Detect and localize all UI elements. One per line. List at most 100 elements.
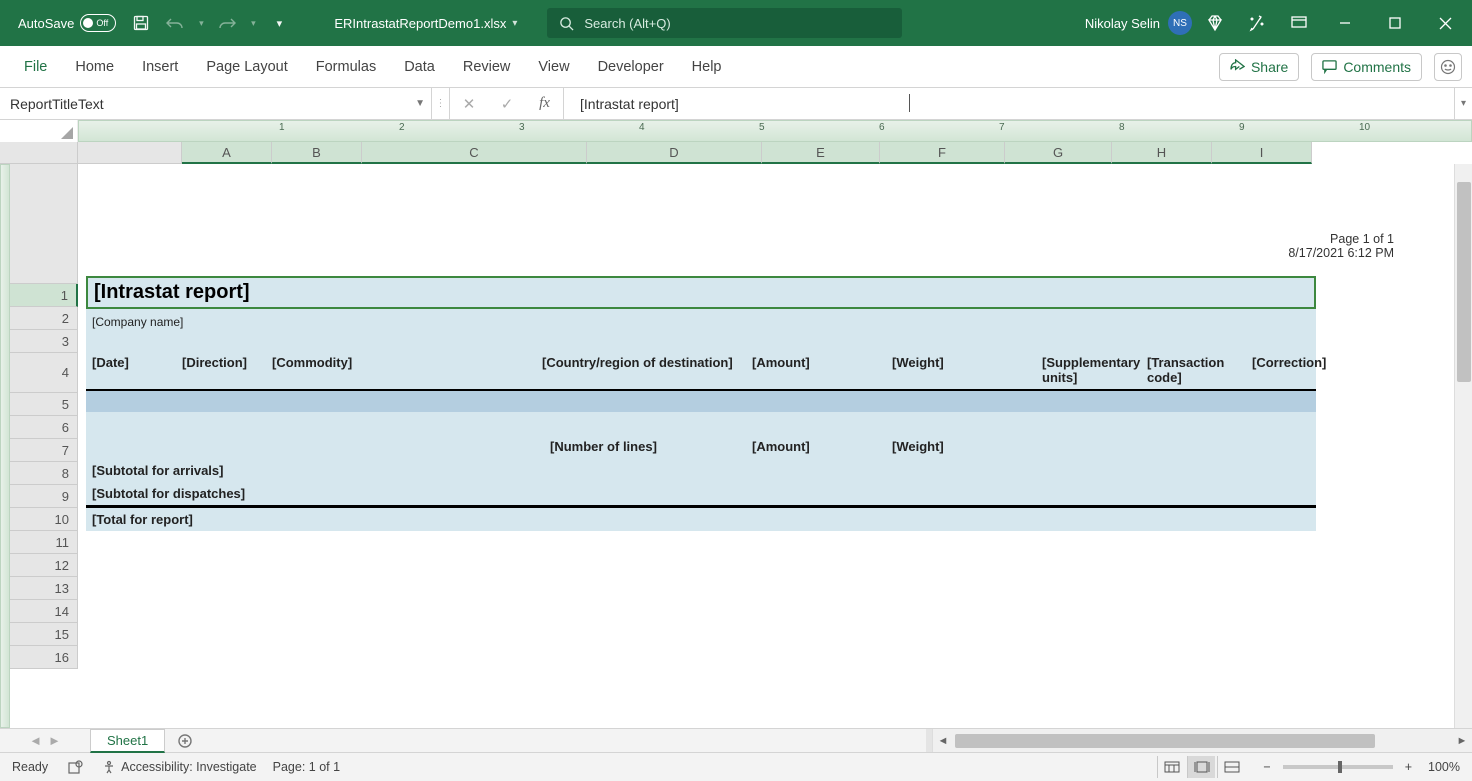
col-B[interactable]: B: [272, 142, 362, 164]
tab-insert[interactable]: Insert: [128, 49, 192, 85]
col-E[interactable]: E: [762, 142, 880, 164]
subhdr-weight[interactable]: [Weight]: [886, 435, 1036, 459]
undo-icon[interactable]: [160, 8, 190, 38]
row-2[interactable]: 2: [10, 307, 78, 330]
row-5[interactable]: 5: [10, 393, 78, 416]
accessibility-status[interactable]: Accessibility: Investigate: [102, 760, 256, 774]
sheet-nav-prev-icon[interactable]: ◄: [29, 733, 42, 748]
subtotal-arrivals-row[interactable]: [Subtotal for arrivals]: [86, 459, 1316, 482]
close-button[interactable]: [1422, 3, 1468, 43]
tab-file[interactable]: File: [10, 49, 61, 85]
fx-icon[interactable]: fx: [526, 88, 564, 119]
tab-data[interactable]: Data: [390, 49, 449, 85]
hdr-corr[interactable]: [Correction]: [1246, 351, 1316, 389]
worksheet-canvas[interactable]: Page 1 of 1 8/17/2021 6:12 PM [Intrastat…: [78, 164, 1472, 728]
row-13[interactable]: 13: [10, 577, 78, 600]
zoom-value[interactable]: 100%: [1428, 760, 1460, 774]
vertical-ruler[interactable]: [0, 164, 10, 728]
vertical-scrollbar[interactable]: [1454, 164, 1472, 728]
formula-expand-icon[interactable]: ▾: [1454, 88, 1472, 119]
diamond-icon[interactable]: [1196, 3, 1234, 43]
row-7[interactable]: 7: [10, 439, 78, 462]
select-all-corner[interactable]: [0, 120, 78, 142]
tab-review[interactable]: Review: [449, 49, 525, 85]
feedback-button[interactable]: [1434, 53, 1462, 81]
hdr-amount[interactable]: [Amount]: [746, 351, 886, 389]
name-box[interactable]: ReportTitleText ▼: [0, 88, 432, 119]
row-14[interactable]: 14: [10, 600, 78, 623]
tab-developer[interactable]: Developer: [584, 49, 678, 85]
search-box[interactable]: Search (Alt+Q): [547, 8, 902, 38]
view-normal-button[interactable]: [1157, 756, 1185, 778]
col-A[interactable]: A: [182, 142, 272, 164]
tab-view[interactable]: View: [524, 49, 583, 85]
hdr-trans[interactable]: [Transaction code]: [1141, 351, 1246, 389]
doc-dropdown-icon[interactable]: ▾: [512, 18, 517, 29]
row-8[interactable]: 8: [10, 462, 78, 485]
coming-soon-icon[interactable]: [1238, 3, 1276, 43]
row-15[interactable]: 15: [10, 623, 78, 646]
horizontal-scrollbar[interactable]: ◄ ►: [932, 729, 1472, 752]
view-page-break-button[interactable]: [1217, 756, 1245, 778]
row-16[interactable]: 16: [10, 646, 78, 669]
formula-input[interactable]: [Intrastat report]: [564, 88, 1454, 119]
row-11[interactable]: 11: [10, 531, 78, 554]
row-1[interactable]: 1: [10, 284, 78, 307]
autosave-toggle[interactable]: Off: [80, 14, 116, 32]
tab-help[interactable]: Help: [678, 49, 736, 85]
row-12[interactable]: 12: [10, 554, 78, 577]
row-9[interactable]: 9: [10, 485, 78, 508]
redo-icon[interactable]: [212, 8, 242, 38]
col-G[interactable]: G: [1005, 142, 1112, 164]
zoom-slider[interactable]: [1283, 765, 1393, 769]
sheet-tab-active[interactable]: Sheet1: [90, 729, 165, 753]
macro-record-icon[interactable]: [64, 758, 86, 776]
data-row-blank2[interactable]: [86, 412, 1316, 435]
autosave-control[interactable]: AutoSave Off: [0, 14, 126, 32]
row-3[interactable]: 3: [10, 330, 78, 353]
total-row[interactable]: [Total for report]: [86, 506, 1316, 531]
ribbon-display-icon[interactable]: [1280, 3, 1318, 43]
tab-home[interactable]: Home: [61, 49, 128, 85]
add-sheet-button[interactable]: [171, 730, 199, 752]
col-I[interactable]: I: [1212, 142, 1312, 164]
subhdr-amount[interactable]: [Amount]: [746, 435, 886, 459]
tab-page-layout[interactable]: Page Layout: [192, 49, 301, 85]
hdr-direction[interactable]: [Direction]: [176, 351, 266, 389]
data-row-blank1[interactable]: [86, 389, 1316, 412]
hdr-weight[interactable]: [Weight]: [886, 351, 1036, 389]
redo-dropdown-icon[interactable]: ▾: [246, 8, 260, 38]
company-cell[interactable]: [Company name]: [86, 309, 1316, 335]
col-C[interactable]: C: [362, 142, 587, 164]
qat-customize-icon[interactable]: ▾: [264, 8, 294, 38]
report-title-cell[interactable]: [Intrastat report]: [86, 276, 1316, 309]
hdr-date[interactable]: [Date]: [86, 351, 176, 389]
undo-dropdown-icon[interactable]: ▾: [194, 8, 208, 38]
zoom-in-button[interactable]: +: [1401, 760, 1416, 774]
user-avatar[interactable]: NS: [1168, 11, 1192, 35]
formula-bar-grip[interactable]: ⋮: [432, 88, 450, 119]
col-F[interactable]: F: [880, 142, 1005, 164]
view-page-layout-button[interactable]: [1187, 756, 1215, 778]
row-4[interactable]: 4: [10, 353, 78, 393]
subtotal-dispatches-row[interactable]: [Subtotal for dispatches]: [86, 482, 1316, 506]
minimize-button[interactable]: [1322, 3, 1368, 43]
comments-button[interactable]: Comments: [1311, 53, 1422, 81]
hscroll-left-icon[interactable]: ◄: [933, 735, 953, 747]
subhdr-lines[interactable]: [Number of lines]: [536, 435, 746, 459]
hdr-country[interactable]: [Country/region of destination]: [536, 351, 746, 389]
hscroll-right-icon[interactable]: ►: [1452, 735, 1472, 747]
sheet-nav-next-icon[interactable]: ►: [48, 733, 61, 748]
hdr-commodity[interactable]: [Commodity]: [266, 351, 536, 389]
col-D[interactable]: D: [587, 142, 762, 164]
horizontal-ruler[interactable]: 1 2 3 4 5 6 7 8 9 10: [78, 120, 1472, 142]
share-button[interactable]: Share: [1219, 53, 1299, 81]
row-6[interactable]: 6: [10, 416, 78, 439]
tab-formulas[interactable]: Formulas: [302, 49, 390, 85]
maximize-button[interactable]: [1372, 3, 1418, 43]
col-H[interactable]: H: [1112, 142, 1212, 164]
user-name[interactable]: Nikolay Selin: [1085, 16, 1160, 31]
document-title[interactable]: ERIntrastatReportDemo1.xlsx ▾: [334, 16, 517, 31]
name-box-dropdown-icon[interactable]: ▼: [415, 98, 425, 109]
zoom-out-button[interactable]: −: [1259, 760, 1274, 774]
